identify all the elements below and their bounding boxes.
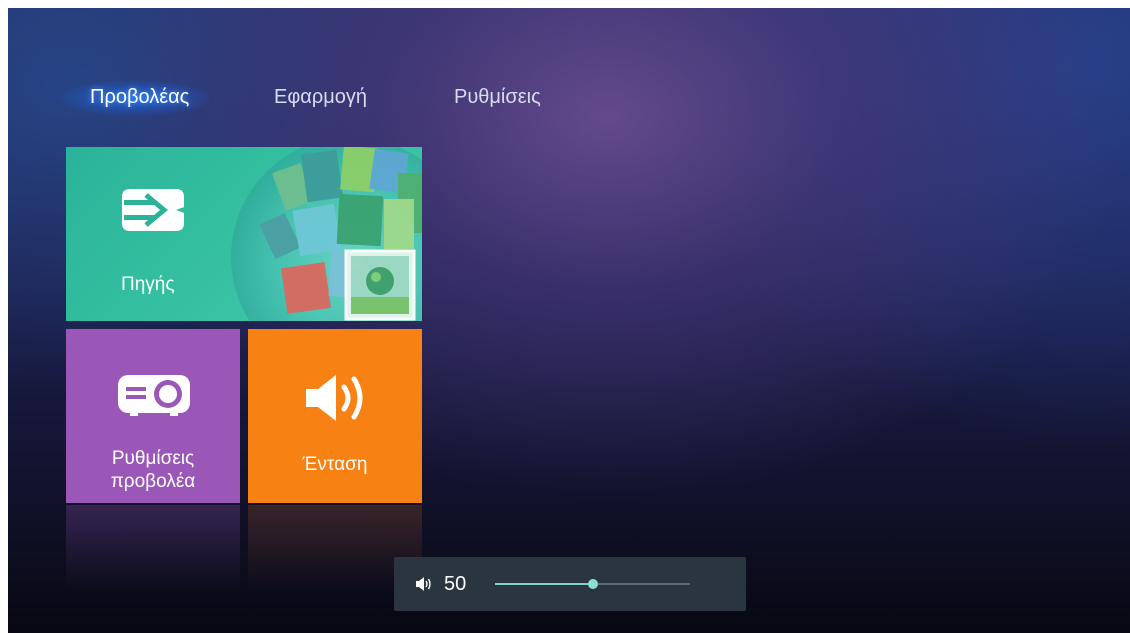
input-source-icon: [120, 187, 186, 233]
home-screen: Προβολέας Εφαρμογή Ρυθμίσεις Πηγής Ρυθμί…: [8, 8, 1130, 633]
volume-slider-fill: [495, 583, 593, 585]
projector-settings-label-line2: προβολέα: [110, 471, 196, 492]
volume-osd: 50: [394, 557, 746, 611]
tab-projector[interactable]: Προβολέας: [90, 86, 189, 109]
source-tile[interactable]: Πηγής: [66, 147, 422, 321]
projector-icon: [116, 371, 192, 417]
volume-slider-thumb[interactable]: [587, 579, 598, 589]
volume-tile-label: Ένταση: [302, 454, 368, 475]
tab-settings[interactable]: Ρυθμίσεις: [454, 86, 541, 109]
speaker-icon: [302, 373, 368, 423]
tab-application[interactable]: Εφαρμογή: [274, 86, 367, 109]
volume-slider[interactable]: [495, 579, 690, 589]
volume-value: 50: [444, 573, 467, 595]
media-collage-graphic: [231, 147, 422, 321]
projector-settings-tile[interactable]: Ρυθμίσεις προβολέα: [66, 329, 240, 503]
source-tile-label: Πηγής: [121, 274, 175, 295]
volume-tile[interactable]: Ένταση: [248, 329, 422, 503]
projector-settings-label: Ρυθμίσεις προβολέα: [66, 447, 240, 493]
projector-settings-label-line1: Ρυθμίσεις: [111, 448, 195, 469]
tile-reflection: [66, 505, 240, 590]
speaker-icon: [415, 575, 433, 593]
